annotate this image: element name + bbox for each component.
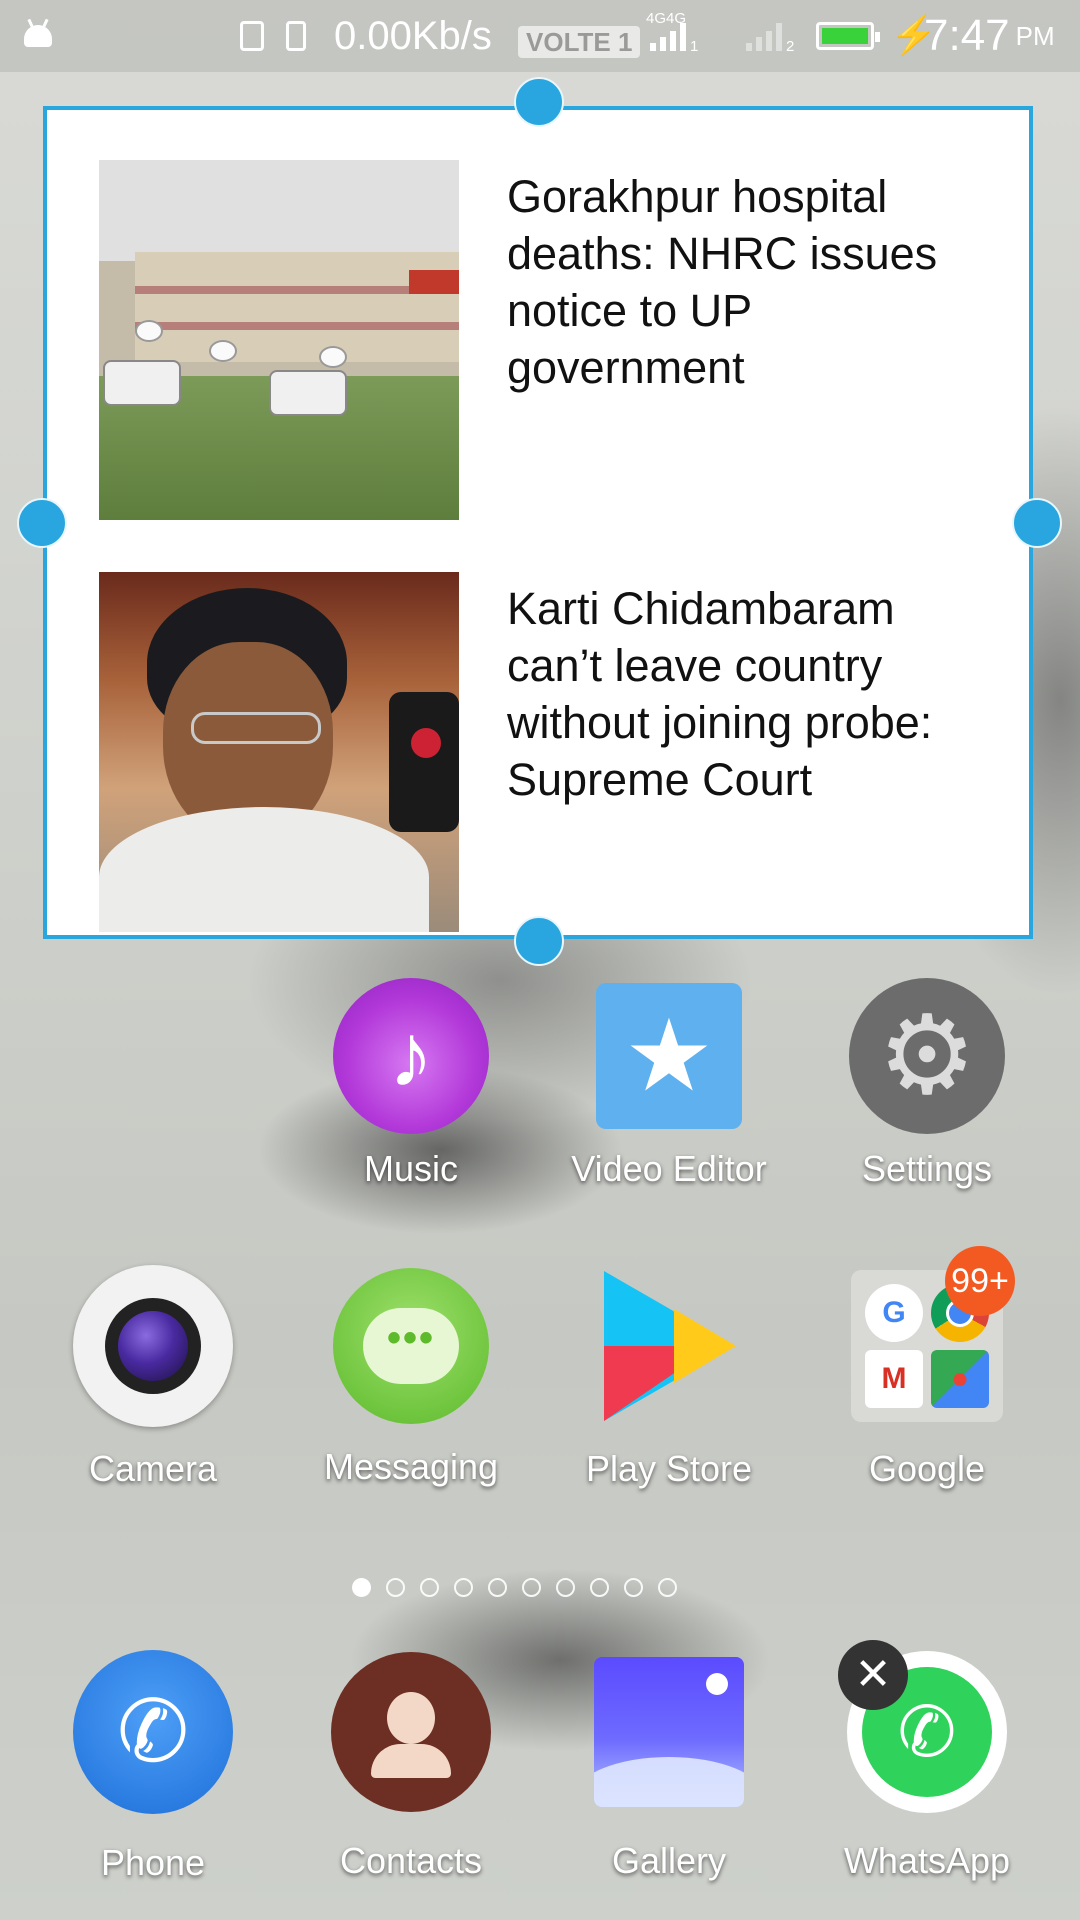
news-item[interactable]: Karti Chidambaram can’t leave country wi… xyxy=(99,572,999,932)
clock: 7:47 PM xyxy=(924,11,1055,60)
app-label: Messaging xyxy=(323,1446,499,1487)
notification-badge: 99+ xyxy=(945,1246,1015,1316)
network-speed: 0.00Kb/s xyxy=(334,13,492,58)
app-contacts[interactable]: Contacts xyxy=(301,1652,521,1881)
video-editor-icon: ★ xyxy=(589,976,749,1136)
page-dot[interactable] xyxy=(522,1578,541,1597)
vibrate-icon xyxy=(286,0,306,72)
app-phone[interactable]: ✆ Phone xyxy=(43,1650,263,1883)
app-camera[interactable]: Camera xyxy=(43,1265,263,1489)
app-label: Phone xyxy=(100,1842,206,1883)
news-item[interactable]: Gorakhpur hospital deaths: NHRC issues n… xyxy=(99,160,999,520)
play-store-icon xyxy=(589,1266,749,1426)
resize-handle-top[interactable] xyxy=(514,77,564,127)
app-label: Settings xyxy=(861,1148,993,1189)
app-gallery[interactable]: Gallery xyxy=(559,1652,779,1881)
app-play-store[interactable]: Play Store xyxy=(559,1266,779,1489)
app-label: Gallery xyxy=(611,1840,727,1881)
messaging-icon: ••• xyxy=(331,1266,491,1426)
news-widget[interactable]: Gorakhpur hospital deaths: NHRC issues n… xyxy=(43,106,1033,939)
app-google-folder[interactable]: 99+ G M ● Google xyxy=(817,1246,1037,1489)
app-label: Video Editor xyxy=(571,1148,767,1189)
app-label: Music xyxy=(363,1148,458,1189)
google-g-icon: G xyxy=(865,1284,923,1342)
volte-badge: VOLTE 1 xyxy=(518,26,641,58)
app-label: Google xyxy=(868,1448,986,1489)
battery-icon xyxy=(816,22,880,50)
close-icon[interactable]: ✕ xyxy=(838,1640,908,1710)
maps-icon: ● xyxy=(931,1350,989,1408)
app-settings[interactable]: ⚙ Settings xyxy=(817,976,1037,1189)
app-label: Contacts xyxy=(339,1840,483,1881)
app-video-editor[interactable]: ★ Video Editor xyxy=(559,976,779,1189)
signal-sim2-icon: 2 xyxy=(746,0,794,72)
resize-handle-left[interactable] xyxy=(17,498,67,548)
google-folder-icon: 99+ G M ● xyxy=(847,1246,1015,1426)
resize-handle-bottom[interactable] xyxy=(514,916,564,966)
camera-icon xyxy=(73,1265,233,1427)
phone-icon: ✆ xyxy=(73,1650,233,1814)
page-dot[interactable] xyxy=(454,1578,473,1597)
news-headline[interactable]: Gorakhpur hospital deaths: NHRC issues n… xyxy=(507,168,987,396)
page-dot[interactable] xyxy=(352,1578,371,1597)
music-icon: ♪ xyxy=(331,976,491,1136)
page-dot[interactable] xyxy=(386,1578,405,1597)
android-debug-icon xyxy=(24,0,60,72)
page-dot[interactable] xyxy=(590,1578,609,1597)
page-dot[interactable] xyxy=(420,1578,439,1597)
app-music[interactable]: ♪ Music xyxy=(301,976,521,1189)
app-label: Play Store xyxy=(585,1448,753,1489)
app-label: WhatsApp xyxy=(843,1840,1011,1881)
page-dot[interactable] xyxy=(624,1578,643,1597)
page-dot[interactable] xyxy=(658,1578,677,1597)
settings-gear-icon: ⚙ xyxy=(847,976,1007,1136)
resize-handle-right[interactable] xyxy=(1012,498,1062,548)
page-dot[interactable] xyxy=(556,1578,575,1597)
gmail-icon: M xyxy=(865,1350,923,1408)
gallery-icon xyxy=(589,1652,749,1812)
news-thumbnail-hospital xyxy=(99,160,459,520)
contacts-icon xyxy=(331,1652,491,1812)
page-dot[interactable] xyxy=(488,1578,507,1597)
page-indicator xyxy=(352,1578,677,1597)
app-label: Camera xyxy=(88,1448,218,1489)
news-thumbnail-portrait xyxy=(99,572,459,932)
news-headline[interactable]: Karti Chidambaram can’t leave country wi… xyxy=(507,580,987,808)
app-messaging[interactable]: ••• Messaging xyxy=(301,1266,521,1487)
vpn-key-icon xyxy=(240,0,264,72)
status-bar: 0.00Kb/s VOLTE 1 4G 4G 1 2 ⚡ 7:47 PM xyxy=(0,0,1080,72)
signal-sim1-icon: 1 xyxy=(650,0,698,72)
